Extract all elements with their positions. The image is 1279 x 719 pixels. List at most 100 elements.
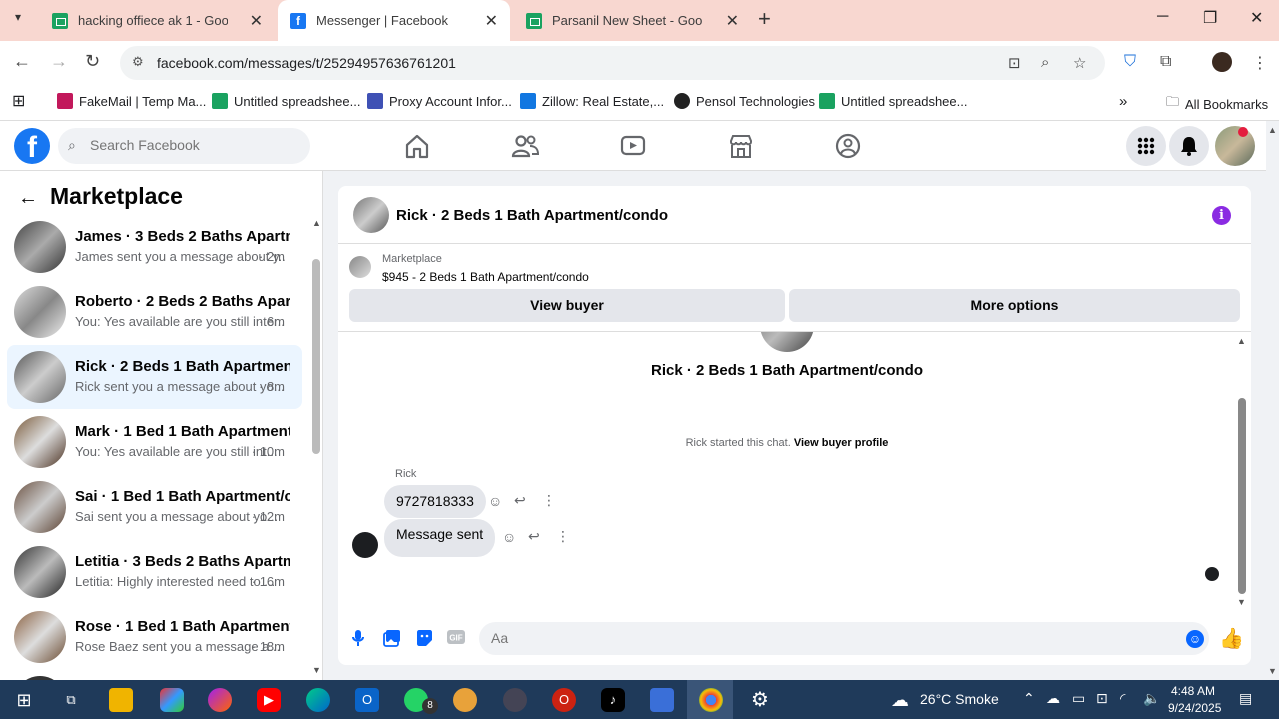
- conversation-item[interactable]: Letitia · 3 Beds 2 Baths Apartme... Leti…: [7, 540, 302, 604]
- close-window-icon[interactable]: ✕: [1250, 8, 1263, 28]
- all-bookmarks[interactable]: 🗀 All Bookmarks: [1166, 93, 1268, 115]
- edge-icon[interactable]: [306, 688, 330, 712]
- browser-tab-3[interactable]: Parsanil New Sheet - Google Sh ✕: [514, 0, 751, 41]
- back-icon[interactable]: ←: [13, 51, 31, 72]
- page-scroll-down-icon[interactable]: ▼: [1268, 666, 1277, 676]
- restore-icon[interactable]: ❐: [1203, 8, 1217, 28]
- bookmark-zillow[interactable]: Zillow: Real Estate,...: [520, 93, 664, 109]
- windows-start-icon[interactable]: ⊞: [12, 688, 36, 712]
- react-icon[interactable]: ☺: [502, 529, 516, 545]
- friends-icon[interactable]: [510, 131, 540, 161]
- copilot-icon[interactable]: [160, 688, 184, 712]
- conversation-item-active[interactable]: Rick · 2 Beds 1 Bath Apartment/... Rick …: [7, 345, 302, 409]
- address-bar[interactable]: ⚙ facebook.com/messages/t/25294957636761…: [120, 46, 1105, 80]
- browser-menu-icon[interactable]: ⋮: [1252, 53, 1268, 73]
- volume-icon[interactable]: 🔈: [1143, 690, 1160, 707]
- extensions-icon[interactable]: ⧉: [1160, 53, 1171, 71]
- scroll-down-arrow-icon[interactable]: ▼: [312, 665, 321, 675]
- clock-date[interactable]: 9/24/2025: [1168, 701, 1221, 715]
- more-actions-icon[interactable]: ⋮: [542, 492, 556, 509]
- account-avatar[interactable]: [1215, 126, 1255, 166]
- onedrive-icon[interactable]: ☁: [1046, 690, 1060, 707]
- video-icon[interactable]: [618, 131, 648, 161]
- reply-icon[interactable]: ↩: [514, 492, 526, 509]
- forward-icon[interactable]: →: [50, 51, 68, 72]
- app-medal-icon[interactable]: [453, 688, 477, 712]
- conversation-item[interactable]: Sai · 1 Bed 1 Bath Apartment/co... Sai s…: [7, 475, 302, 539]
- message-input[interactable]: [491, 630, 1141, 646]
- store-icon[interactable]: [650, 688, 674, 712]
- search-input[interactable]: [90, 137, 290, 153]
- marketplace-icon[interactable]: [726, 131, 756, 161]
- page-scroll-up-icon[interactable]: ▲: [1268, 125, 1277, 135]
- view-buyer-profile-link[interactable]: View buyer profile: [794, 437, 889, 449]
- notifications-center-icon[interactable]: ▤: [1239, 690, 1252, 707]
- left-scrollbar-thumb[interactable]: [312, 259, 320, 454]
- scroll-up-arrow-icon[interactable]: ▲: [312, 218, 321, 228]
- facebook-search[interactable]: ⌕: [58, 128, 310, 164]
- new-tab-icon[interactable]: +: [758, 6, 771, 32]
- clock-time[interactable]: 4:48 AM: [1171, 684, 1215, 698]
- reload-icon[interactable]: ↻: [85, 51, 100, 72]
- info-icon[interactable]: i: [1212, 206, 1231, 225]
- reply-icon[interactable]: ↩: [528, 528, 540, 545]
- scroll-up-arrow-icon[interactable]: ▲: [1237, 336, 1246, 346]
- conversation-item[interactable]: Mark · 1 Bed 1 Bath Apartment/... You: Y…: [7, 410, 302, 474]
- view-buyer-button[interactable]: View buyer: [349, 289, 785, 322]
- tiktok-icon[interactable]: ♪: [601, 688, 625, 712]
- bookmark-spreadsheet-1[interactable]: Untitled spreadshee...: [212, 93, 360, 109]
- conversation-item[interactable]: Roberto · 2 Beds 2 Baths Apart... You: Y…: [7, 280, 302, 344]
- groups-icon[interactable]: [833, 131, 863, 161]
- weather-text[interactable]: 26°C Smoke: [920, 691, 999, 707]
- browser-tab-1[interactable]: hacking offiece ak 1 - Google Sh ✕: [40, 0, 275, 41]
- message-bubble[interactable]: 9727818333: [384, 485, 486, 518]
- show-hidden-icons-chevron-icon[interactable]: ⌃: [1023, 690, 1035, 707]
- task-view-icon[interactable]: ⧉: [59, 688, 83, 712]
- site-info-icon[interactable]: ⚙: [132, 54, 144, 70]
- battery-icon[interactable]: ▭: [1072, 690, 1085, 707]
- chrome-icon[interactable]: [699, 688, 723, 712]
- emoji-icon[interactable]: ☺: [1186, 630, 1204, 648]
- menu-grid-icon[interactable]: [1126, 126, 1166, 166]
- bookmark-fakemail[interactable]: FakeMail | Temp Ma...: [57, 93, 206, 109]
- chat-avatar[interactable]: [353, 197, 389, 233]
- outlook-icon[interactable]: O: [355, 688, 379, 712]
- weather-icon[interactable]: ☁: [888, 688, 912, 712]
- back-arrow-icon[interactable]: ←: [18, 187, 38, 210]
- more-actions-icon[interactable]: ⋮: [556, 528, 570, 545]
- bookmark-spreadsheet-2[interactable]: Untitled spreadshee...: [819, 93, 967, 109]
- settings-gear-icon[interactable]: ⚙: [748, 688, 772, 712]
- facebook-logo[interactable]: f: [14, 128, 50, 164]
- opera-icon[interactable]: O: [552, 688, 576, 712]
- conversation-item[interactable]: James · 3 Beds 2 Baths Apartme... James …: [7, 215, 302, 279]
- close-tab-icon[interactable]: ✕: [485, 11, 498, 31]
- minimize-icon[interactable]: ─: [1157, 8, 1168, 26]
- tab-search-chevron-icon[interactable]: ▾: [8, 10, 28, 24]
- home-icon[interactable]: [402, 131, 432, 161]
- browser-tab-2[interactable]: f Messenger | Facebook ✕: [278, 0, 510, 41]
- app-icon[interactable]: [208, 688, 232, 712]
- bookmark-pensol[interactable]: Pensol Technologies: [674, 93, 815, 109]
- install-app-icon[interactable]: ⊡: [1008, 54, 1021, 72]
- sticker-icon[interactable]: [415, 629, 433, 647]
- gif-icon[interactable]: GIF: [446, 629, 466, 645]
- bookmark-proxy[interactable]: Proxy Account Infor...: [367, 93, 512, 109]
- react-icon[interactable]: ☺: [488, 493, 502, 509]
- message-composer[interactable]: [479, 622, 1209, 655]
- file-explorer-icon[interactable]: [109, 688, 133, 712]
- message-bubble[interactable]: Message sent: [384, 519, 496, 557]
- conversation-item[interactable]: Rose · 1 Bed 1 Bath Apartment/c... Rose …: [7, 605, 302, 669]
- wifi-icon[interactable]: ◜: [1120, 690, 1125, 707]
- microphone-icon[interactable]: [351, 629, 365, 647]
- brave-shield-icon[interactable]: ⛉: [1124, 53, 1136, 71]
- youtube-icon[interactable]: ▶: [257, 688, 281, 712]
- conversation-item[interactable]: [7, 670, 302, 680]
- zoom-icon[interactable]: ⌕: [1041, 54, 1049, 71]
- more-bookmarks-icon[interactable]: »: [1119, 93, 1127, 110]
- close-tab-icon[interactable]: ✕: [250, 11, 263, 31]
- profile-avatar[interactable]: [1212, 52, 1232, 72]
- more-options-button[interactable]: More options: [789, 289, 1240, 322]
- photo-icon[interactable]: [383, 629, 401, 647]
- notifications-bell-icon[interactable]: [1169, 126, 1209, 166]
- scroll-down-arrow-icon[interactable]: ▼: [1237, 597, 1246, 607]
